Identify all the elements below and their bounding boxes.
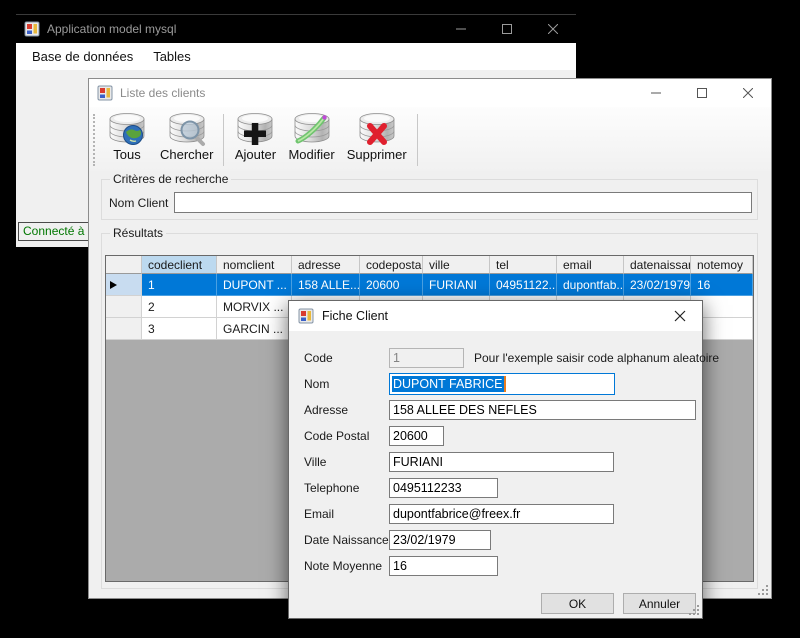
database-globe-icon [106,111,148,147]
app-menubar: Base de données Tables [16,43,576,70]
search-group-title: Critères de recherche [110,172,231,186]
cell-datenaissance[interactable]: 23/02/1979 [624,274,691,296]
email-label: Email [304,507,389,521]
ajouter-button[interactable]: Ajouter [228,110,282,162]
menu-tables[interactable]: Tables [143,45,201,68]
cell-notemoy[interactable]: 16 [691,274,753,296]
modifier-label: Modifier [288,147,334,162]
cell-nomclient[interactable]: MORVIX ... [217,296,292,318]
cancel-button[interactable]: Annuler [623,593,696,614]
clients-minimize-button[interactable] [633,79,679,107]
database-add-icon [234,111,276,147]
col-header-email[interactable]: email [557,256,624,274]
nom-client-input[interactable] [174,192,752,213]
tous-button[interactable]: Tous [100,110,154,162]
date-naissance-label: Date Naissance [304,533,389,547]
col-header-codepostal[interactable]: codepostal [360,256,423,274]
text-caret [504,376,506,392]
col-header-notemoy[interactable]: notemoy [691,256,753,274]
date-naissance-field[interactable] [389,530,491,550]
cell-codepostal[interactable]: 20600 [360,274,423,296]
grid-corner-header[interactable] [106,256,142,274]
cell-nomclient[interactable]: DUPONT ... [217,274,292,296]
cell-ville[interactable]: FURIANI [423,274,490,296]
menu-base-de-donnees[interactable]: Base de données [22,45,143,68]
code-note: Pour l'exemple saisir code alphanum alea… [474,351,719,365]
note-moyenne-label: Note Moyenne [304,559,389,573]
toolbar-separator [417,114,418,166]
code-label: Code [304,351,389,365]
ajouter-label: Ajouter [235,147,276,162]
col-header-tel[interactable]: tel [490,256,557,274]
app-window-title: Application model mysql [47,22,176,36]
cell-nomclient[interactable]: GARCIN ... [217,318,292,340]
grid-header-row: codeclient nomclient adresse codepostal … [106,256,753,274]
clients-window-title: Liste des clients [120,86,205,100]
toolbar-grip[interactable] [93,114,97,166]
app-close-button[interactable] [530,15,576,43]
col-header-datenaissance[interactable]: datenaissance [624,256,691,274]
nom-selected-text: DUPONT FABRICE [392,376,504,392]
adresse-label: Adresse [304,403,389,417]
supprimer-button[interactable]: Supprimer [341,110,413,162]
supprimer-label: Supprimer [347,147,407,162]
database-delete-icon [356,111,398,147]
col-header-nomclient[interactable]: nomclient [217,256,292,274]
modifier-button[interactable]: Modifier [282,110,340,162]
ok-button[interactable]: OK [541,593,614,614]
form-icon [97,85,113,101]
fiche-close-button[interactable] [658,301,702,331]
adresse-field[interactable] [389,400,696,420]
nom-field[interactable]: DUPONT FABRICE [389,373,615,395]
code-field [389,348,464,368]
nom-client-label: Nom Client [109,196,168,210]
cell-codeclient[interactable]: 1 [142,274,217,296]
row-selector-cell[interactable] [106,274,142,296]
telephone-label: Telephone [304,481,389,495]
app-window-titlebar[interactable]: Application model mysql [16,15,576,43]
clients-window-titlebar[interactable]: Liste des clients [89,79,771,107]
table-row[interactable]: 1 DUPONT ... 158 ALLE... 20600 FURIANI 0… [106,274,753,296]
app-minimize-button[interactable] [438,15,484,43]
row-selector-cell[interactable] [106,318,142,340]
current-row-arrow-icon [110,281,117,289]
database-edit-icon [291,111,333,147]
cell-codeclient[interactable]: 2 [142,296,217,318]
database-search-icon [166,111,208,147]
chercher-button[interactable]: Chercher [154,110,219,162]
col-header-adresse[interactable]: adresse [292,256,360,274]
form-icon [298,308,314,324]
fiche-form: Code Pour l'exemple saisir code alphanum… [289,331,702,618]
app-maximize-button[interactable] [484,15,530,43]
code-postal-label: Code Postal [304,429,389,443]
resize-grip[interactable] [758,585,768,595]
cell-codeclient[interactable]: 3 [142,318,217,340]
fiche-dialog-titlebar[interactable]: Fiche Client [289,301,702,331]
code-postal-field[interactable] [389,426,444,446]
results-group-title: Résultats [110,226,166,240]
telephone-field[interactable] [389,478,498,498]
nom-label: Nom [304,377,389,391]
note-moyenne-field[interactable] [389,556,498,576]
fiche-client-dialog: Fiche Client Code Pour l'exemple saisir … [288,300,703,619]
ville-label: Ville [304,455,389,469]
row-selector-cell[interactable] [106,296,142,318]
app-icon [24,21,40,37]
cell-email[interactable]: dupontfab... [557,274,624,296]
email-field[interactable] [389,504,614,524]
cell-adresse[interactable]: 158 ALLE... [292,274,360,296]
clients-maximize-button[interactable] [679,79,725,107]
resize-grip[interactable] [689,605,699,615]
chercher-label: Chercher [160,147,213,162]
col-header-ville[interactable]: ville [423,256,490,274]
col-header-codeclient[interactable]: codeclient [142,256,217,274]
clients-toolbar: Tous Chercher [89,107,771,171]
toolbar-separator [223,114,224,166]
ville-field[interactable] [389,452,614,472]
cell-tel[interactable]: 04951122... [490,274,557,296]
search-criteria-group: Critères de recherche Nom Client [101,179,758,220]
fiche-dialog-title: Fiche Client [322,309,388,323]
tous-label: Tous [113,147,140,162]
clients-close-button[interactable] [725,79,771,107]
